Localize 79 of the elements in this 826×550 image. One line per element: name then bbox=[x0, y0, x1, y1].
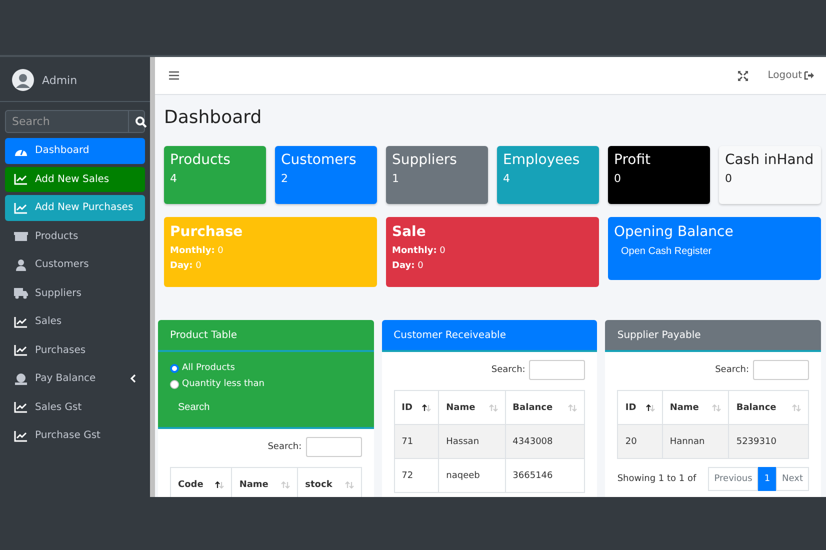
table-cell: 3665146 bbox=[505, 458, 585, 492]
radio-button[interactable] bbox=[170, 380, 179, 388]
line-chart-icon bbox=[14, 344, 28, 356]
card-title: Profit bbox=[614, 152, 652, 168]
box-icon bbox=[14, 230, 28, 242]
sidebar-item[interactable]: Suppliers bbox=[5, 280, 145, 306]
card-value: 4 bbox=[503, 172, 511, 185]
pagination-button[interactable]: 1 bbox=[758, 467, 776, 491]
card-value: 2 bbox=[281, 172, 289, 185]
search-label: Search: bbox=[268, 442, 302, 452]
money-icon bbox=[14, 372, 28, 385]
sidebar-item[interactable]: Pay Balance bbox=[5, 366, 145, 392]
column-header[interactable]: ID bbox=[618, 390, 662, 424]
sidebar-item[interactable]: Purchase Gst bbox=[5, 423, 145, 448]
search-field[interactable] bbox=[529, 360, 586, 380]
sidebar-item[interactable]: Sales Gst bbox=[5, 394, 145, 420]
table-cell: 71 bbox=[394, 424, 439, 458]
table-info: Showing 1 to 1 of bbox=[617, 474, 696, 484]
card-value: 0 bbox=[614, 172, 622, 185]
card-value: 4 bbox=[170, 172, 178, 185]
card-value: 1 bbox=[392, 172, 400, 185]
line-chart-icon bbox=[14, 401, 28, 414]
card-stat: Day: 0 bbox=[392, 260, 424, 273]
search-field[interactable]: Search bbox=[6, 111, 128, 132]
radio-label: All Products bbox=[182, 362, 235, 375]
page-title: Dashboard bbox=[164, 107, 263, 128]
sidebar-item[interactable]: Dashboard bbox=[5, 138, 145, 164]
sidebar-item[interactable]: Add New Sales bbox=[5, 166, 145, 192]
sidebar-item[interactable]: Sales bbox=[5, 309, 145, 334]
search-label: Search: bbox=[491, 365, 526, 375]
card-title: Cash inHand bbox=[725, 152, 815, 168]
table-cell: 72 bbox=[394, 458, 439, 492]
card-stat: Day: 0 bbox=[170, 260, 202, 273]
radio-button[interactable] bbox=[170, 364, 179, 372]
panel-title: Supplier Payable bbox=[617, 330, 701, 340]
sidebar-item[interactable]: Purchases bbox=[5, 338, 145, 363]
column-header[interactable]: ID bbox=[394, 390, 439, 424]
table-cell: 5239310 bbox=[728, 424, 809, 458]
card-title: Suppliers bbox=[392, 152, 458, 168]
search-field[interactable] bbox=[306, 437, 362, 457]
table-cell: Hassan bbox=[438, 424, 506, 458]
caret-icon bbox=[130, 374, 136, 384]
line-chart-icon bbox=[14, 430, 28, 442]
table-cell: 4343008 bbox=[505, 424, 585, 458]
card-title: Purchase bbox=[170, 224, 244, 240]
table-cell: 20 bbox=[618, 424, 662, 458]
user-name: Admin bbox=[42, 74, 78, 86]
radio-label: Quantity less than bbox=[182, 378, 264, 391]
card-title: Sale bbox=[392, 224, 427, 240]
sidebar-item[interactable]: Products bbox=[5, 224, 145, 249]
panel-title: Product Table bbox=[170, 330, 238, 340]
user-icon bbox=[14, 258, 28, 271]
card-stat: Monthly: 0 bbox=[170, 245, 224, 258]
logout-link[interactable]: Logout bbox=[768, 70, 814, 81]
table-cell: Hannan bbox=[662, 424, 729, 458]
search-label: Search: bbox=[715, 365, 750, 375]
line-chart-icon bbox=[14, 173, 28, 186]
card-stat: Monthly: 0 bbox=[392, 245, 446, 258]
card-title: Employees bbox=[503, 152, 581, 168]
search-icon bbox=[135, 116, 147, 128]
menu-icon[interactable] bbox=[169, 71, 179, 80]
truck-icon bbox=[14, 287, 28, 300]
card-title: Customers bbox=[281, 152, 358, 168]
card-value: 0 bbox=[725, 172, 733, 185]
sidebar-item[interactable]: Customers bbox=[5, 252, 145, 278]
expand-icon[interactable] bbox=[738, 70, 748, 80]
avatar-icon bbox=[12, 69, 34, 91]
line-chart-icon bbox=[14, 202, 28, 214]
card-title: Opening Balance bbox=[614, 224, 734, 240]
table-cell: naqeeb bbox=[438, 458, 506, 492]
search-field[interactable] bbox=[753, 360, 810, 380]
panel-title: Customer Receiveable bbox=[394, 330, 506, 340]
pagination-button[interactable]: Previous bbox=[708, 467, 758, 491]
open-register-button[interactable]: Open Cash Register bbox=[614, 244, 719, 259]
line-chart-icon bbox=[14, 316, 28, 328]
search-bar[interactable]: Search bbox=[5, 110, 145, 133]
pagination-button[interactable]: Next bbox=[776, 467, 810, 491]
logout-icon bbox=[804, 71, 814, 80]
card-title: Products bbox=[170, 152, 232, 168]
